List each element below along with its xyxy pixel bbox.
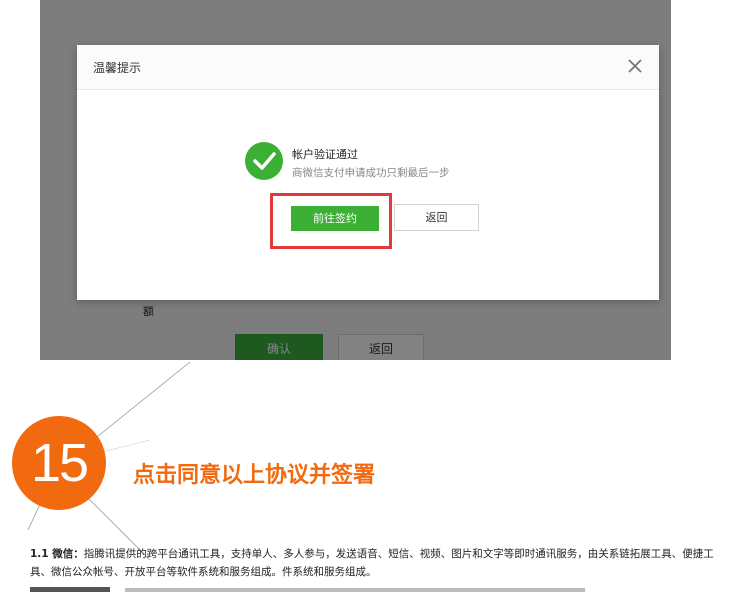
agreement-item-text: 指腾讯提供的跨平台通讯工具，支持单人、多人参与，发送语音、短信、视频、图片和文字… [30,548,714,578]
tip-modal: 温馨提示 帐户验证通过 商微信支付申请成功只剩最后一步 前往签约 返回 [77,45,659,300]
wechat-pay-screenshot: 额 确认 返回 温馨提示 帐户验证通过 商微信支付申请成功只剩最后一步 前往签约… [40,0,671,360]
modal-title: 温馨提示 [93,61,142,75]
check-circle-icon [245,142,283,180]
step-title: 点击同意以上协议并签署 [133,463,376,488]
close-icon[interactable] [625,56,645,76]
verification-subtitle: 商微信支付申请成功只剩最后一步 [292,167,450,179]
verification-message: 帐户验证通过 [292,148,358,161]
agreement-item-label: 1.1 微信： [30,548,84,560]
go-sign-button[interactable]: 前往签约 [291,206,379,231]
back-button[interactable]: 返回 [394,204,479,231]
agreement-next-line [30,584,720,592]
step-number-badge: 15 [12,416,106,510]
agreement-text: 1.1 微信：指腾讯提供的跨平台通讯工具，支持单人、多人参与，发送语音、短信、视… [30,545,720,581]
modal-header: 温馨提示 [77,45,659,90]
